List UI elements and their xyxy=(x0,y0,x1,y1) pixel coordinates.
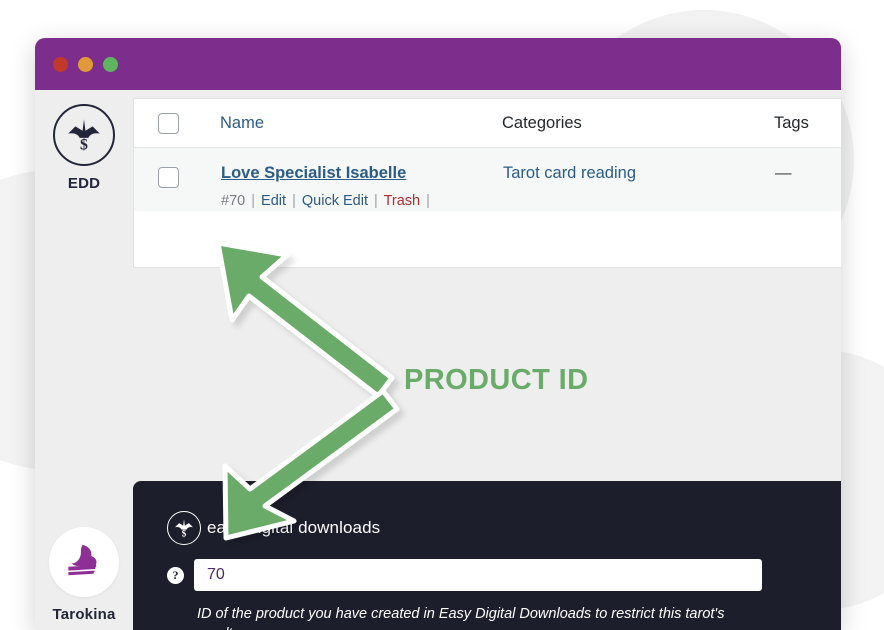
table-header-row: Name Categories Tags xyxy=(134,99,841,148)
browser-window: $ EDD Tarokina Name Categories Tags Love… xyxy=(35,38,841,630)
row-action-trash[interactable]: Trash xyxy=(384,193,421,209)
action-separator-2: | xyxy=(292,192,296,209)
edd-logo-icon: $ xyxy=(167,511,201,545)
product-id-field-row: ? xyxy=(167,559,817,591)
sidebar-item-tarokina[interactable]: Tarokina xyxy=(35,527,133,623)
edd-brand: $ easy digital downloads xyxy=(167,511,817,545)
question-mark-icon[interactable]: ? xyxy=(167,566,184,584)
edd-settings-panel: $ easy digital downloads ? ID of the pro… xyxy=(133,481,841,630)
window-minimize-button[interactable] xyxy=(78,56,93,72)
row-action-edit[interactable]: Edit xyxy=(261,193,286,209)
product-id-annotation-label: PRODUCT ID xyxy=(404,364,589,396)
column-header-name[interactable]: Name xyxy=(220,99,502,148)
product-id-input[interactable] xyxy=(194,559,762,591)
row-action-quick-edit[interactable]: Quick Edit xyxy=(302,193,368,209)
column-header-categories[interactable]: Categories xyxy=(502,99,774,148)
row-tags-value: — xyxy=(775,164,792,182)
table-row: Love Specialist Isabelle #70 | Edit | Qu… xyxy=(134,147,841,212)
row-actions: #70 | Edit | Quick Edit | Trash | xyxy=(221,193,501,210)
product-id-description: ID of the product you have created in Ea… xyxy=(197,606,725,630)
edd-brand-label: easy digital downloads xyxy=(207,518,381,537)
window-maximize-button[interactable] xyxy=(103,56,118,72)
select-all-checkbox[interactable] xyxy=(158,113,179,134)
action-separator-3: | xyxy=(374,192,378,209)
row-title-link[interactable]: Love Specialist Isabelle xyxy=(221,164,501,183)
edd-logo-icon: $ xyxy=(53,104,115,166)
select-all-header xyxy=(134,99,220,148)
action-separator-1: | xyxy=(251,192,256,209)
window-titlebar xyxy=(35,38,841,90)
sidebar-item-tarokina-label: Tarokina xyxy=(52,606,116,623)
svg-text:$: $ xyxy=(182,529,187,539)
window-content: $ EDD Tarokina Name Categories Tags Love… xyxy=(35,90,841,630)
row-categories-cell: Tarot card reading xyxy=(502,147,774,212)
row-checkbox[interactable] xyxy=(158,167,179,188)
tarokina-cards-icon xyxy=(49,527,119,597)
row-name-cell: Love Specialist Isabelle #70 | Edit | Qu… xyxy=(220,147,502,212)
action-separator-4: | xyxy=(426,192,430,209)
products-table-card: Name Categories Tags Love Specialist Isa… xyxy=(133,98,841,268)
products-table: Name Categories Tags Love Specialist Isa… xyxy=(134,99,841,212)
row-tags-cell: — xyxy=(774,147,841,212)
svg-text:$: $ xyxy=(80,136,88,153)
sidebar: $ EDD Tarokina xyxy=(35,90,133,630)
sidebar-item-edd[interactable]: $ EDD xyxy=(35,104,133,192)
window-close-button[interactable] xyxy=(53,56,68,72)
row-category-link[interactable]: Tarot card reading xyxy=(503,164,636,182)
sidebar-item-edd-label: EDD xyxy=(67,175,101,192)
row-product-id: #70 xyxy=(221,192,246,209)
column-header-tags[interactable]: Tags xyxy=(774,99,841,148)
row-select-cell xyxy=(134,147,220,212)
